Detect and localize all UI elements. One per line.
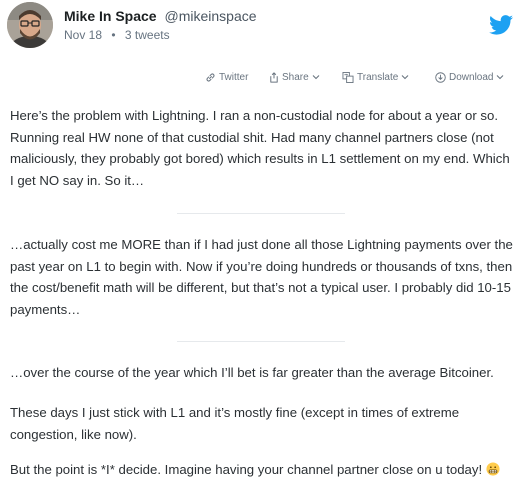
translate-icon [342, 71, 354, 83]
tweet-divider [177, 341, 345, 342]
tweet-text-2: …actually cost me MORE than if I had jus… [10, 237, 513, 317]
open-twitter-button[interactable]: Twitter [205, 69, 248, 85]
meta-separator: • [111, 28, 116, 42]
translate-label: Translate [357, 71, 399, 83]
link-icon [206, 73, 215, 81]
share-icon [270, 71, 278, 83]
tweet-count: 3 tweets [124, 28, 170, 42]
tweet-text-1: Here’s the problem with Lightning. I ran… [10, 108, 510, 188]
tweet-text-4: These days I just stick with L1 and it’s… [10, 405, 460, 442]
translate-dropdown[interactable]: Translate [342, 69, 409, 85]
download-icon [435, 71, 446, 83]
twitter-bird-icon[interactable] [489, 15, 513, 35]
chevron-down-icon [401, 75, 409, 80]
author-handle[interactable]: @mikeinspace [164, 8, 256, 24]
tweet-actions: Twitter Share Translate Download [0, 69, 526, 85]
download-label: Download [449, 71, 494, 83]
grimacing-face-emoji [486, 462, 500, 476]
chevron-down-icon [312, 75, 320, 80]
tweet-text-5-wrap: But the point is *I* decide. Imagine hav… [10, 459, 516, 481]
tweet-date: Nov 18 [64, 28, 103, 42]
download-dropdown[interactable]: Download [435, 69, 504, 85]
chevron-down-icon [497, 75, 504, 80]
avatar[interactable] [7, 2, 53, 48]
tweet-text-3: …over the course of the year which I’ll … [10, 365, 494, 380]
open-twitter-label: Twitter [219, 71, 249, 83]
author-line: Mike In Space @mikeinspace [64, 8, 257, 24]
author-display-name[interactable]: Mike In Space [64, 8, 157, 24]
tweet-text-5: But the point is *I* decide. Imagine hav… [10, 462, 483, 477]
thread-meta: Nov 18 • 3 tweets [64, 28, 170, 42]
tweet-header: Mike In Space @mikeinspace Nov 18 • 3 tw… [0, 0, 526, 56]
share-label: Share [282, 71, 309, 83]
tweet-divider [177, 213, 345, 214]
profile-photo [7, 2, 53, 48]
share-dropdown[interactable]: Share [269, 69, 320, 85]
